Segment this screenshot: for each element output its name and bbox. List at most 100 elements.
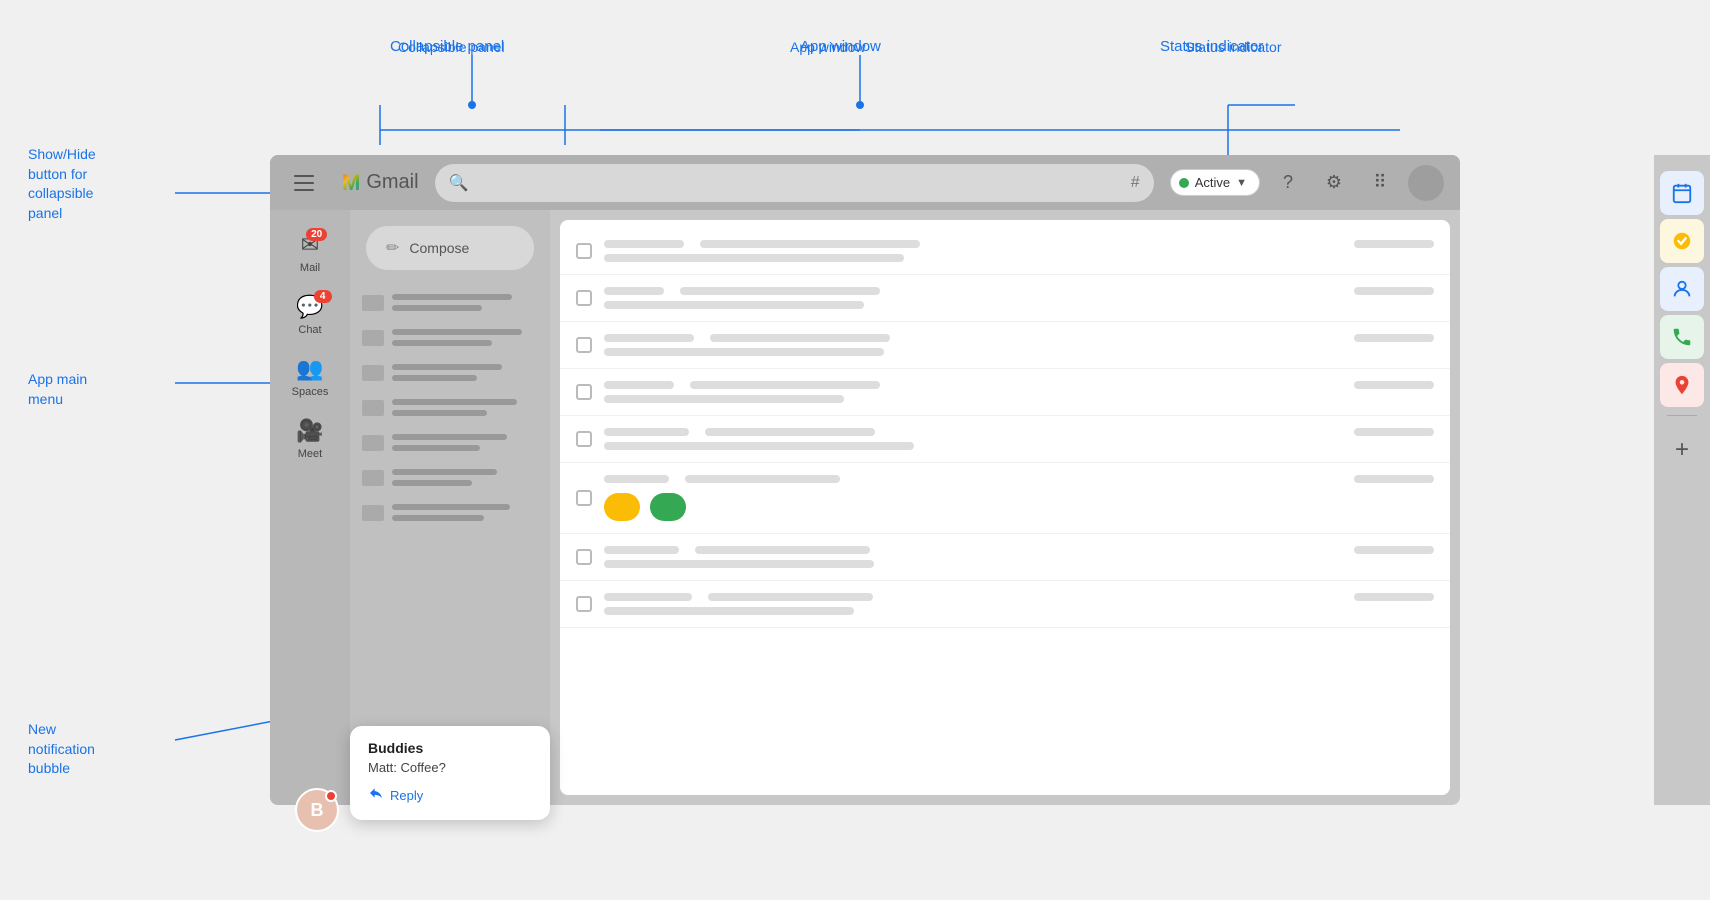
main-content: ✉ 20 Mail 💬 4 Chat 👥 Spaces 🎥 Meet xyxy=(270,210,1460,805)
menu-button[interactable] xyxy=(286,165,322,201)
status-label: Active xyxy=(1195,175,1230,190)
notification-title: Buddies xyxy=(368,740,532,756)
calendar-icon[interactable] xyxy=(1660,171,1704,215)
email-preview-lines xyxy=(392,364,538,381)
tag-green xyxy=(650,493,686,521)
gmail-window: M Gmail 🔍 # Active ▼ ? ⚙ ⠿ ✉ xyxy=(270,155,1460,805)
new-notification-bubble-label: Newnotificationbubble xyxy=(28,720,95,779)
email-preview-lines xyxy=(392,329,538,346)
date-line xyxy=(1354,593,1434,601)
email-checkbox[interactable] xyxy=(576,596,592,612)
email-checkbox[interactable] xyxy=(576,337,592,353)
email-checkbox[interactable] xyxy=(576,290,592,306)
date-line xyxy=(1354,428,1434,436)
gmail-text: Gmail xyxy=(366,171,418,194)
search-input[interactable] xyxy=(478,174,1120,191)
email-line xyxy=(392,305,482,311)
email-top-line xyxy=(604,381,1434,389)
nav-item-meet[interactable]: 🎥 Meet xyxy=(276,412,344,466)
subject-line xyxy=(708,593,873,601)
subject-line xyxy=(710,334,890,342)
collapsible-panel-annotation: Collapsible panel xyxy=(390,38,504,55)
list-item[interactable] xyxy=(358,461,542,494)
gmail-logo: M Gmail xyxy=(342,170,419,196)
chat-badge: 4 xyxy=(314,290,332,303)
email-row-with-tags[interactable] xyxy=(560,463,1450,534)
right-sidebar: + xyxy=(1654,155,1710,805)
email-row[interactable] xyxy=(560,322,1450,369)
subject-line xyxy=(680,287,880,295)
avatar[interactable]: B xyxy=(295,788,339,832)
email-row[interactable] xyxy=(560,275,1450,322)
subject-line xyxy=(695,546,870,554)
email-row[interactable] xyxy=(560,581,1450,628)
date-line xyxy=(1354,546,1434,554)
avatar-letter: B xyxy=(311,800,324,821)
reply-button[interactable]: Reply xyxy=(368,785,532,806)
email-preview-lines xyxy=(392,434,538,451)
app-window xyxy=(560,220,1450,795)
sender-line xyxy=(604,475,669,483)
email-content xyxy=(604,334,1434,356)
settings-button[interactable]: ⚙ xyxy=(1316,165,1352,201)
email-content xyxy=(604,287,1434,309)
list-item[interactable] xyxy=(358,426,542,459)
email-checkbox[interactable] xyxy=(576,549,592,565)
email-content xyxy=(604,381,1434,403)
email-icon xyxy=(362,365,384,381)
email-content xyxy=(604,240,1434,262)
email-checkbox[interactable] xyxy=(576,384,592,400)
email-row[interactable] xyxy=(560,369,1450,416)
email-line xyxy=(392,364,502,370)
sender-line xyxy=(604,334,694,342)
avatar[interactable] xyxy=(1408,165,1444,201)
compose-button[interactable]: ✏ Compose xyxy=(366,226,534,270)
top-bar-right: Active ▼ ? ⚙ ⠿ xyxy=(1170,165,1444,201)
subject-line xyxy=(690,381,880,389)
meet-label: Meet xyxy=(298,448,322,460)
phone-icon[interactable] xyxy=(1660,315,1704,359)
email-row[interactable] xyxy=(560,534,1450,581)
email-line xyxy=(392,399,517,405)
chevron-down-icon: ▼ xyxy=(1236,177,1247,189)
email-row[interactable] xyxy=(560,416,1450,463)
email-row[interactable] xyxy=(560,228,1450,275)
email-line xyxy=(392,294,512,300)
notification-avatar-wrapper: B xyxy=(295,788,339,832)
list-item[interactable] xyxy=(358,391,542,424)
email-checkbox[interactable] xyxy=(576,243,592,259)
list-item[interactable] xyxy=(358,356,542,389)
email-icon xyxy=(362,470,384,486)
maps-icon[interactable] xyxy=(1660,363,1704,407)
email-icon xyxy=(362,435,384,451)
search-bar[interactable]: 🔍 # xyxy=(435,164,1154,202)
date-line xyxy=(1354,334,1434,342)
help-button[interactable]: ? xyxy=(1270,165,1306,201)
email-content xyxy=(604,593,1434,615)
nav-item-spaces[interactable]: 👥 Spaces xyxy=(276,350,344,404)
preview-line xyxy=(604,301,864,309)
left-nav: ✉ 20 Mail 💬 4 Chat 👥 Spaces 🎥 Meet xyxy=(270,210,350,805)
apps-button[interactable]: ⠿ xyxy=(1362,165,1398,201)
filter-icon[interactable]: # xyxy=(1131,174,1140,192)
sender-line xyxy=(604,240,684,248)
preview-line xyxy=(604,607,854,615)
notification-bubble: Buddies Matt: Coffee? Reply xyxy=(350,726,550,820)
status-pill[interactable]: Active ▼ xyxy=(1170,169,1260,196)
nav-item-mail[interactable]: ✉ 20 Mail xyxy=(276,226,344,280)
tasks-icon[interactable] xyxy=(1660,219,1704,263)
preview-line xyxy=(604,442,914,450)
contacts-icon[interactable] xyxy=(1660,267,1704,311)
notification-badge xyxy=(325,790,337,802)
email-preview-lines xyxy=(392,399,538,416)
email-checkbox[interactable] xyxy=(576,490,592,506)
gmail-m-icon: M xyxy=(342,170,360,196)
list-item[interactable] xyxy=(358,286,542,319)
list-item[interactable] xyxy=(358,496,542,529)
nav-item-chat[interactable]: 💬 4 Chat xyxy=(276,288,344,342)
email-top-line xyxy=(604,428,1434,436)
sender-line xyxy=(604,287,664,295)
add-app-button[interactable]: + xyxy=(1660,428,1704,472)
list-item[interactable] xyxy=(358,321,542,354)
email-checkbox[interactable] xyxy=(576,431,592,447)
